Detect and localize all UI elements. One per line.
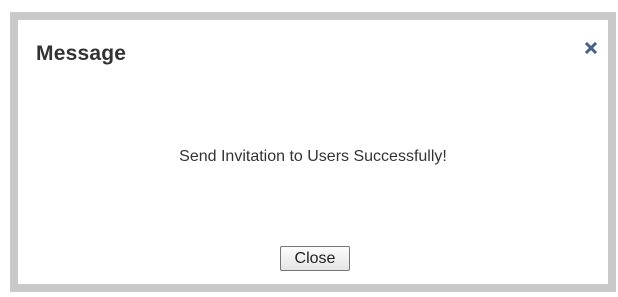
dialog-title: Message: [36, 42, 127, 65]
message-dialog: Message Send Invitation to Users Success…: [18, 20, 608, 284]
close-button[interactable]: Close: [280, 246, 350, 271]
dialog-message: Send Invitation to Users Successfully!: [179, 148, 447, 165]
message-dialog-frame: Message Send Invitation to Users Success…: [10, 12, 616, 292]
close-x-icon[interactable]: [583, 40, 599, 56]
